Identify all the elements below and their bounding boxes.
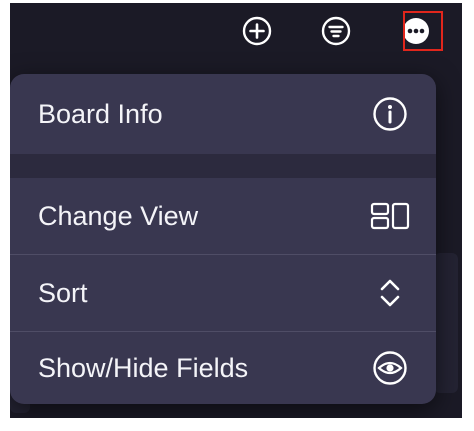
menu-item-board-info[interactable]: Board Info xyxy=(10,74,436,154)
filter-button[interactable] xyxy=(319,14,353,48)
info-icon xyxy=(370,94,410,134)
selection-highlight xyxy=(403,11,443,51)
options-menu: Board Info Change View Sort Show/Hide Fi… xyxy=(10,74,436,404)
app-screen: Board Info Change View Sort Show/Hide Fi… xyxy=(10,3,462,418)
add-circle-icon xyxy=(242,16,272,46)
menu-item-show-hide-fields[interactable]: Show/Hide Fields xyxy=(10,332,436,404)
menu-item-change-view[interactable]: Change View xyxy=(10,178,436,254)
menu-item-label: Sort xyxy=(38,277,88,308)
menu-item-label: Show/Hide Fields xyxy=(38,352,249,383)
menu-item-sort[interactable]: Sort xyxy=(10,255,436,331)
eye-icon xyxy=(370,348,410,388)
menu-item-label: Board Info xyxy=(38,98,163,129)
sort-chevrons-icon xyxy=(370,273,410,313)
layout-view-icon xyxy=(370,196,410,236)
board-column-bg xyxy=(434,253,458,393)
add-button[interactable] xyxy=(240,14,274,48)
filter-list-icon xyxy=(321,16,351,46)
menu-item-label: Change View xyxy=(38,200,199,231)
menu-section-separator xyxy=(10,154,436,178)
